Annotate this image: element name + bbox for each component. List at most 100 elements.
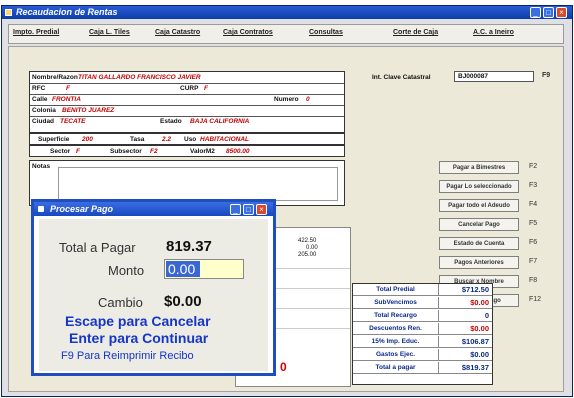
pagos-anteriores-button[interactable]: Pagos Anteriores [439,256,519,269]
rfc-value: F [66,85,70,92]
tab-caja-catastro[interactable]: Caja Catastro [155,29,200,41]
valor-value: 8500.00 [226,148,250,155]
tab-caja-contratos[interactable]: Caja Contratos [223,29,273,41]
f7-key: F7 [529,258,538,265]
rfc-label: RFC [32,85,46,92]
numero-value: 0 [306,96,310,103]
superficie-label: Superficie [38,136,70,143]
tab-corte-de-caja[interactable]: Corte de Caja [393,29,438,41]
total-a-pagar-label: Total a Pagar [59,240,136,255]
tab-impto-predial[interactable]: Impto. Predial [13,29,59,41]
valor-label: ValorM2 [190,148,215,155]
tab-bar: Impto. Predial Caja L. Tiles Caja Catast… [8,24,564,44]
imp-educ-value: $106.87 [461,337,489,346]
tasa-value: 2.2 [162,136,172,143]
contributor-info: Nombre/Razon TITAN GALLARDO FRANCISCO JA… [29,71,345,133]
subvencimos-value: $0.00 [470,298,489,307]
window-title: Recaudacion de Rentas [16,7,118,17]
monto-input[interactable]: 0.00 [164,259,244,279]
tab-ac-a-ineiro[interactable]: A.C. a Ineiro [473,29,514,41]
colonia-label: Colonia [32,107,56,114]
tasa-label: Tasa [130,136,145,143]
cambio-label: Cambio [98,295,143,310]
total-predial-value: $712.50 [461,285,489,294]
tab-consultas[interactable]: Consultas [309,29,343,41]
property-row: Superficie 200 Tasa 2.2 Uso HABITACIONAL [29,133,345,145]
maximize-button[interactable]: □ [543,7,554,18]
uso-value: HABITACIONAL [200,136,249,143]
descuentos-label: Descuentos Ren. [353,323,439,335]
imp-educ-label: 15% Imp. Educ. [353,336,439,348]
clave-fkey: F9 [542,72,551,79]
calle-value: FRONTIA [52,96,81,103]
sector-value: F [76,148,80,155]
escape-instruction: Escape para Cancelar [65,313,211,329]
monto-label: Monto [108,263,145,278]
totals-table: Total Predial $712.50 SubVencimos $0.00 … [352,283,493,385]
superficie-value: 200 [82,136,93,143]
stray-zero: 0 [280,360,287,374]
pagar-seleccionado-button[interactable]: Pagar Lo seleccionado [439,180,519,193]
f2-key: F2 [529,163,538,170]
enter-instruction: Enter para Continuar [69,330,209,346]
total-pagar-label: Total a pagar [353,362,439,374]
list-value: 422.50 [298,238,317,244]
f6-key: F6 [529,239,538,246]
nombre-label: Nombre/Razon [32,74,78,81]
total-recargo-label: Total Recargo [353,310,439,322]
f3-key: F3 [529,182,538,189]
gastos-ejec-value: $0.00 [470,350,489,359]
dialog-minimize-button[interactable]: _ [230,204,241,215]
numero-label: Numero [274,96,299,103]
notas-label: Notas [32,163,51,170]
f9-instruction: F9 Para Reimprimir Recibo [61,350,194,362]
ciudad-value: TECATE [60,118,86,125]
clave-label: Int. Clave Catastral [372,74,431,81]
estado-cuenta-button[interactable]: Estado de Cuenta [439,237,519,250]
procesar-pago-dialog: Procesar Pago _ □ × Total a Pagar 819.37… [31,199,276,376]
curp-label: CURP [180,85,199,92]
dialog-maximize-button[interactable]: □ [243,204,254,215]
estado-label: Estado [160,118,182,125]
f5-key: F5 [529,220,538,227]
f12-key: F12 [529,296,542,303]
dialog-close-button[interactable]: × [256,204,267,215]
subsector-label: Subsector [110,148,142,155]
descuentos-value: $0.00 [470,324,489,333]
subvencimos-label: SubVencimos [353,297,439,309]
nombre-value: TITAN GALLARDO FRANCISCO JAVIER [78,74,201,81]
cambio-value: $0.00 [164,293,202,310]
colonia-value: BENITO JUAREZ [62,107,115,114]
list-value: 0.00 [306,245,318,251]
uso-label: Uso [184,136,197,143]
total-recargo-value: 0 [484,311,489,320]
tab-caja-l-tiles[interactable]: Caja L. Tiles [89,29,130,41]
sector-row: Sector F Subsector F2 ValorM2 8500.00 [29,145,345,157]
cancelar-pago-button[interactable]: Cancelar Pago [439,218,519,231]
f8-key: F8 [529,277,538,284]
monto-value: 0.00 [168,261,196,277]
pagar-todo-button[interactable]: Pagar todo el Adeudo [439,199,519,212]
calle-label: Calle [32,96,48,103]
list-value: 205.00 [298,252,317,258]
dialog-title: Procesar Pago [50,204,114,214]
total-a-pagar-value: 819.37 [166,238,212,255]
f4-key: F4 [529,201,538,208]
minimize-button[interactable]: _ [530,7,541,18]
estado-value: BAJA CALIFORNIA [190,118,250,125]
total-predial-label: Total Predial [353,284,439,296]
clave-value: BJ000087 [458,73,488,80]
window-icon [5,9,12,16]
title-bar: Recaudacion de Rentas [2,6,572,19]
curp-value: F [204,85,208,92]
clave-input[interactable]: BJ000087 [454,71,534,82]
total-pagar-value: $819.37 [461,363,489,372]
dialog-body: Total a Pagar 819.37 Monto 0.00 Cambio $… [39,219,268,371]
pagar-bimestres-button[interactable]: Pagar a Bimestres [439,161,519,174]
sector-label: Sector [50,148,71,155]
dialog-icon [38,206,44,212]
notes-textarea[interactable] [58,167,338,201]
gastos-ejec-label: Gastos Ejec. [353,349,439,361]
close-button[interactable]: × [556,7,567,18]
ciudad-label: Ciudad [32,118,55,125]
